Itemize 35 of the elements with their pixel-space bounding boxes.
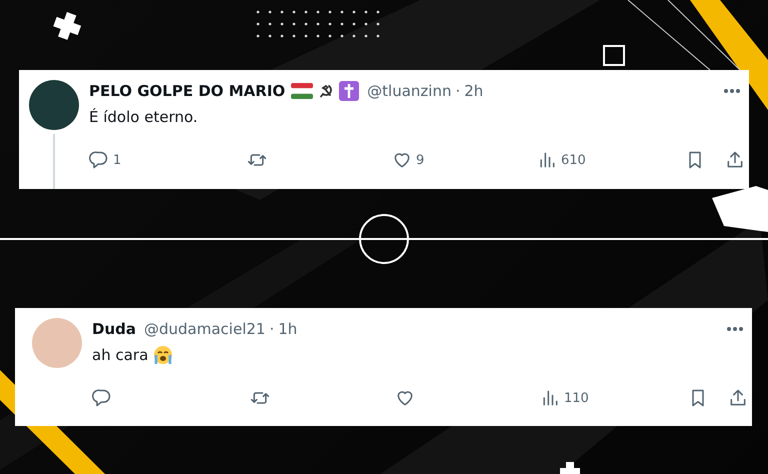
user-handle[interactable]: @dudamaciel21: [144, 320, 266, 338]
tweet-text: É ídolo eterno.: [89, 108, 198, 126]
crying-face-icon: [153, 345, 174, 365]
more-icon: [723, 88, 741, 94]
share-button[interactable]: [725, 150, 745, 170]
views-button[interactable]: 610: [537, 150, 586, 170]
hungary-flag-icon: [291, 83, 314, 99]
separator-dot: ·: [269, 320, 274, 338]
reply-button[interactable]: [92, 388, 112, 408]
plus-shape: [53, 12, 82, 40]
share-icon: [725, 150, 745, 170]
avatar-placeholder[interactable]: [29, 80, 79, 130]
tweet-text: ah cara: [92, 346, 148, 364]
speech-bubble-icon: [92, 388, 112, 408]
share-icon: [728, 388, 748, 408]
square-outline: [603, 45, 625, 66]
hammer-sickle-icon: [319, 84, 334, 98]
author-name[interactable]: Duda: [92, 320, 136, 338]
cross-icon: [339, 81, 360, 101]
post-time[interactable]: 2h: [464, 82, 484, 100]
heart-icon: [395, 388, 415, 408]
more-icon: [726, 326, 744, 332]
reply-button[interactable]: 1: [89, 150, 122, 170]
like-button[interactable]: [395, 388, 415, 408]
views-button[interactable]: 110: [540, 388, 589, 408]
separator-dot: ·: [455, 82, 460, 100]
post-time[interactable]: 1h: [278, 320, 298, 338]
like-button[interactable]: 9: [392, 150, 424, 170]
speech-bubble-icon: [89, 150, 109, 170]
circle-outline: [359, 214, 409, 264]
author-name[interactable]: PELO GOLPE DO MARIO: [89, 82, 286, 100]
plus-shape: [560, 462, 580, 474]
heart-icon: [392, 150, 412, 170]
share-button[interactable]: [728, 388, 748, 408]
user-handle[interactable]: @tluanzinn: [367, 82, 452, 100]
